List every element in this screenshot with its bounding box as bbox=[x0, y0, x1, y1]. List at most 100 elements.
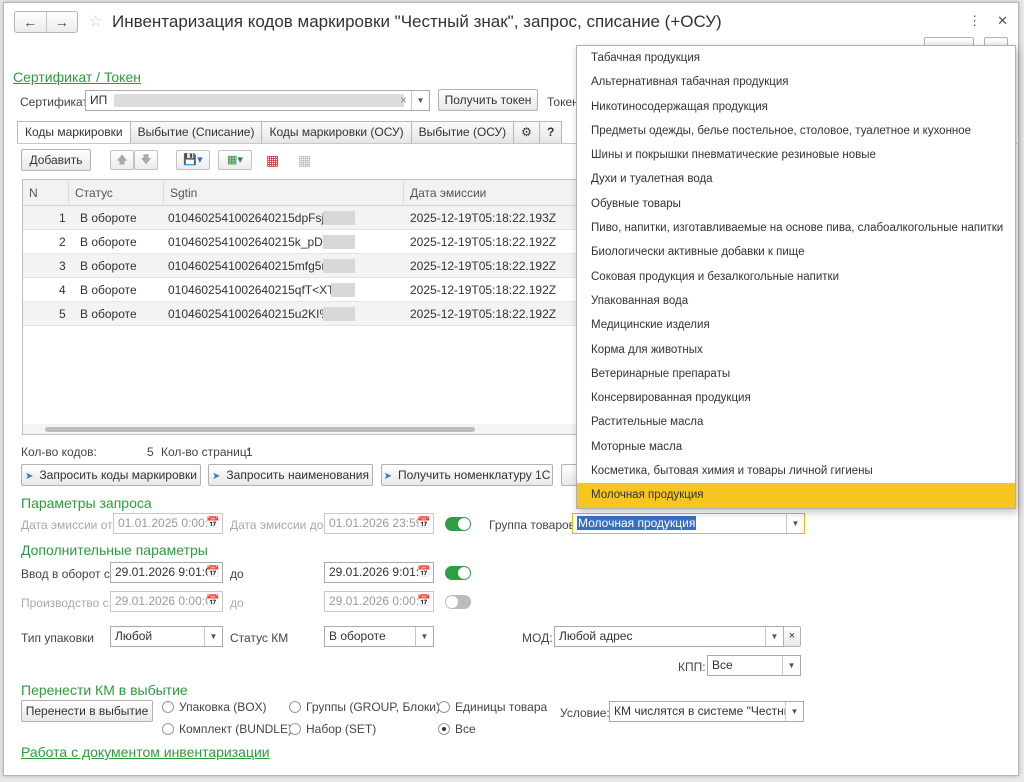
km-status-select[interactable]: В обороте ▼ bbox=[324, 626, 434, 647]
dropdown-item[interactable]: Предметы одежды, белье постельное, столо… bbox=[577, 119, 1015, 143]
dropdown-item[interactable]: Соковая продукция и безалкогольные напит… bbox=[577, 265, 1015, 289]
production-to-field[interactable]: 29.01.2026 0:00:0 📅 bbox=[324, 591, 434, 612]
cell-n: 3 bbox=[59, 259, 66, 273]
calendar-icon[interactable]: 📅 bbox=[415, 514, 433, 533]
tab-settings[interactable]: ⚙ bbox=[513, 121, 540, 143]
request-names-button[interactable]: ➤ Запросить наименования bbox=[208, 464, 373, 486]
dropdown-item[interactable]: Биологически активные добавки к пище bbox=[577, 240, 1015, 264]
column-emission-date[interactable]: Дата эмиссии bbox=[403, 180, 589, 206]
production-from-field[interactable]: 29.01.2026 0:00:0 📅 bbox=[110, 591, 223, 612]
dropdown-item[interactable]: Косметика, бытовая химия и товары личной… bbox=[577, 459, 1015, 483]
grid-icon[interactable]: ▦ bbox=[298, 152, 311, 169]
scrollbar-thumb[interactable] bbox=[45, 427, 475, 432]
chevron-down-icon[interactable]: ▼ bbox=[411, 91, 429, 110]
inventory-document-link[interactable]: Работа с документом инвентаризации bbox=[21, 744, 270, 760]
request-codes-button[interactable]: ➤ Запросить коды маркировки bbox=[21, 464, 201, 486]
get-token-button[interactable]: Получить токен bbox=[438, 89, 538, 111]
calendar-icon[interactable]: 📅 bbox=[415, 563, 433, 582]
chevron-down-icon[interactable]: ▼ bbox=[415, 627, 433, 646]
radio-box[interactable]: Упаковка (BOX) bbox=[162, 700, 267, 714]
horizontal-scrollbar[interactable] bbox=[23, 424, 589, 434]
calendar-icon[interactable]: 📅 bbox=[204, 592, 222, 611]
chevron-down-icon[interactable]: ▼ bbox=[204, 627, 222, 646]
dropdown-item[interactable]: Растительные масла bbox=[577, 410, 1015, 434]
tab-write-off-osu[interactable]: Выбытие (ОСУ) bbox=[410, 121, 515, 143]
dropdown-item[interactable]: Медицинские изделия bbox=[577, 313, 1015, 337]
arrow-right-icon: ➤ bbox=[25, 471, 34, 482]
dropdown-item[interactable]: Обувные товары bbox=[577, 192, 1015, 216]
kpp-select[interactable]: Все ▼ bbox=[707, 655, 801, 676]
product-group-label: Группа товаров: bbox=[489, 518, 579, 532]
mod-select[interactable]: Любой адрес ▼ bbox=[554, 626, 784, 647]
column-sgtin[interactable]: Sgtin bbox=[163, 180, 403, 206]
product-group-field[interactable]: Молочная продукция ▼ bbox=[572, 513, 805, 534]
calendar-icon[interactable]: 📅 bbox=[415, 592, 433, 611]
circulation-to-field[interactable]: 29.01.2026 9:01:0 📅 bbox=[324, 562, 434, 583]
excel-icon[interactable]: ▦▾ bbox=[218, 150, 252, 170]
emission-filter-toggle[interactable] bbox=[445, 517, 471, 531]
dropdown-item[interactable]: Корма для животных bbox=[577, 338, 1015, 362]
move-up-icon[interactable]: 🡅 bbox=[110, 150, 134, 170]
dropdown-item[interactable]: Моторные масла bbox=[577, 435, 1015, 459]
dropdown-item[interactable]: Табачная продукция bbox=[577, 46, 1015, 70]
table-row[interactable]: 4 В обороте 0104602541002640215qfT<XTQit… bbox=[23, 278, 589, 302]
dropdown-item-selected[interactable]: Молочная продукция bbox=[577, 483, 1015, 508]
emission-to-field[interactable]: 01.01.2026 23:59: 📅 bbox=[324, 513, 434, 534]
column-n[interactable]: N bbox=[23, 180, 68, 206]
dropdown-item[interactable]: Упакованная вода bbox=[577, 289, 1015, 313]
dropdown-item[interactable]: Шины и покрышки пневматические резиновые… bbox=[577, 143, 1015, 167]
mod-clear-button[interactable]: × bbox=[783, 626, 801, 647]
move-to-write-off-button[interactable]: Перенести в выбытие bbox=[21, 700, 153, 722]
production-filter-toggle[interactable] bbox=[445, 595, 471, 609]
table-row[interactable]: 2 В обороте 0104602541002640215k_pDGHY 2… bbox=[23, 230, 589, 254]
clear-icon[interactable]: × bbox=[400, 91, 407, 110]
radio-all[interactable]: Все bbox=[438, 722, 476, 736]
dropdown-item[interactable]: Ветеринарные препараты bbox=[577, 362, 1015, 386]
certificate-token-link[interactable]: Сертификат / Токен bbox=[13, 69, 141, 85]
dropdown-item[interactable]: Альтернативная табачная продукция bbox=[577, 70, 1015, 94]
add-button[interactable]: Добавить bbox=[21, 149, 91, 171]
table-row[interactable]: 1 В обороте 0104602541002640215dpFsje9C … bbox=[23, 206, 589, 230]
tab-codes-osu[interactable]: Коды маркировки (ОСУ) bbox=[261, 121, 412, 143]
dropdown-item[interactable]: Никотиносодержащая продукция bbox=[577, 95, 1015, 119]
radio-set[interactable]: Набор (SET) bbox=[289, 722, 376, 736]
circulation-filter-toggle[interactable] bbox=[445, 566, 471, 580]
package-type-select[interactable]: Любой ▼ bbox=[110, 626, 223, 647]
table-row[interactable]: 5 В обороте 0104602541002640215u2KI%rPZ … bbox=[23, 302, 589, 326]
dropdown-item[interactable]: Пиво, напитки, изготавливаемые на основе… bbox=[577, 216, 1015, 240]
product-group-dropdown[interactable]: Табачная продукция Альтернативная табачн… bbox=[576, 45, 1016, 509]
table-row[interactable]: 3 В обороте 0104602541002640215mfg5mqU 2… bbox=[23, 254, 589, 278]
favorite-star-icon[interactable]: ☆ bbox=[89, 12, 102, 30]
chevron-down-icon[interactable]: ▼ bbox=[785, 702, 803, 721]
back-arrow-icon[interactable]: ← bbox=[15, 12, 47, 32]
tab-write-off[interactable]: Выбытие (Списание) bbox=[129, 121, 263, 143]
certificate-field[interactable]: ИП × ▼ bbox=[85, 90, 430, 111]
radio-bundle[interactable]: Комплект (BUNDLE) bbox=[162, 722, 292, 736]
dropdown-item[interactable]: Консервированная продукция bbox=[577, 386, 1015, 410]
chevron-down-icon[interactable]: ▼ bbox=[786, 514, 804, 533]
chevron-down-icon[interactable]: ▼ bbox=[765, 627, 783, 646]
radio-label: Упаковка (BOX) bbox=[179, 700, 267, 714]
move-down-icon[interactable]: 🡇 bbox=[134, 150, 158, 170]
tab-help[interactable]: ? bbox=[538, 121, 563, 143]
emission-from-field[interactable]: 01.01.2025 0:00:0 📅 bbox=[113, 513, 223, 534]
cell-status: В обороте bbox=[80, 259, 137, 273]
save-icon[interactable]: 💾▾ bbox=[176, 150, 210, 170]
tab-codes[interactable]: Коды маркировки bbox=[17, 121, 131, 144]
column-status[interactable]: Статус bbox=[68, 180, 163, 206]
get-nomenclature-button[interactable]: ➤ Получить номенклатуру 1С bbox=[381, 464, 553, 486]
close-icon[interactable]: ✕ bbox=[997, 13, 1008, 29]
more-menu-icon[interactable]: ⋮ bbox=[968, 13, 981, 29]
radio-units[interactable]: Единицы товара bbox=[438, 700, 547, 714]
qr-code-icon[interactable]: ▦ bbox=[266, 152, 279, 169]
calendar-icon[interactable]: 📅 bbox=[204, 514, 222, 533]
forward-arrow-icon[interactable]: → bbox=[47, 12, 78, 32]
condition-select[interactable]: КМ числятся в системе "Честный ▼ bbox=[609, 701, 804, 722]
circulation-from-field[interactable]: 29.01.2026 9:01:0 📅 bbox=[110, 562, 223, 583]
radio-group[interactable]: Группы (GROUP, Блоки) bbox=[289, 700, 440, 714]
get-nomenclature-label: Получить номенклатуру 1С bbox=[397, 468, 551, 482]
pages-count-label: Кол-во страниц: bbox=[161, 445, 251, 459]
chevron-down-icon[interactable]: ▼ bbox=[782, 656, 800, 675]
dropdown-item[interactable]: Духи и туалетная вода bbox=[577, 167, 1015, 191]
calendar-icon[interactable]: 📅 bbox=[204, 563, 222, 582]
